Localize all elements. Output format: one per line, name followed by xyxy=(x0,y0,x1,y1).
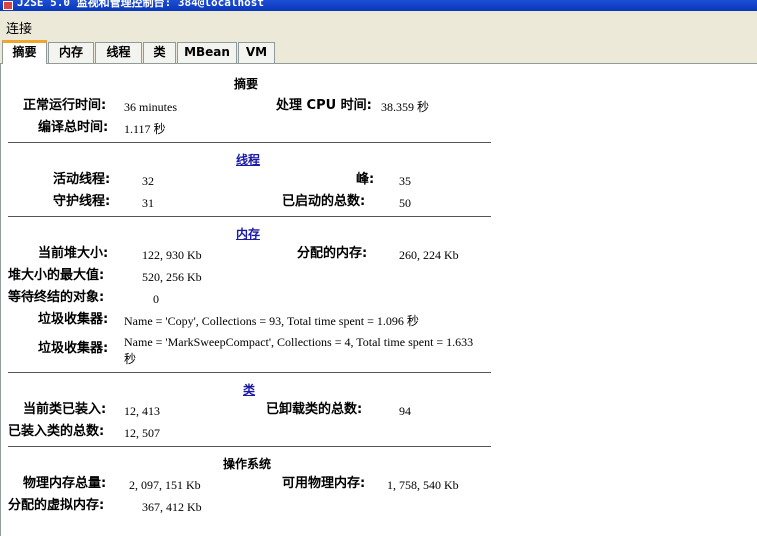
free-physical-memory-label: 可用物理内存: xyxy=(282,476,366,491)
free-physical-memory-value: 1, 758, 540 Kb xyxy=(387,478,459,492)
max-heap-label: 堆大小的最大值: xyxy=(8,268,105,283)
compile-time-value: 1.117 秒 xyxy=(124,122,166,136)
gc-marksweep-label: 垃圾收集器: xyxy=(38,341,109,356)
peak-threads-value: 35 xyxy=(399,174,411,188)
total-loaded-classes-label: 已装入类的总数: xyxy=(8,424,105,439)
physical-memory-value: 2, 097, 151 Kb xyxy=(129,478,201,492)
tab-threads[interactable]: 线程 xyxy=(95,42,142,63)
window-title: J2SE 5.0 监视和管理控制台: 384@localhost xyxy=(17,0,264,9)
window-titlebar[interactable]: J2SE 5.0 监视和管理控制台: 384@localhost xyxy=(0,0,757,11)
gc-marksweep-value-line2: 秒 xyxy=(124,352,137,366)
heap-size-value: 122, 930 Kb xyxy=(142,248,202,262)
live-threads-value: 32 xyxy=(142,174,154,188)
unloaded-classes-value: 94 xyxy=(399,404,411,418)
physical-memory-label: 物理内存总量: xyxy=(23,476,107,491)
cpu-time-value: 38.359 秒 xyxy=(381,100,430,114)
section-divider xyxy=(8,142,491,143)
section-divider xyxy=(8,372,491,373)
daemon-threads-value: 31 xyxy=(142,196,154,210)
tab-vm[interactable]: VM xyxy=(238,42,275,63)
peak-threads-label: 峰: xyxy=(356,172,375,187)
classes-link[interactable]: 类 xyxy=(243,383,255,397)
os-header: 操作系统 xyxy=(223,457,272,471)
pending-finalization-label: 等待终结的对象: xyxy=(8,290,105,305)
tab-memory[interactable]: 内存 xyxy=(48,42,94,63)
committed-memory-value: 260, 224 Kb xyxy=(399,248,459,262)
live-threads-label: 活动线程: xyxy=(53,172,111,187)
virtual-memory-label: 分配的虚拟内存: xyxy=(8,498,105,513)
started-threads-label: 已启动的总数: xyxy=(282,194,366,209)
virtual-memory-value: 367, 412 Kb xyxy=(142,500,202,514)
compile-time-label: 编译总时间: xyxy=(38,120,109,135)
summary-panel: 摘要 正常运行时间: 36 minutes 处理 CPU 时间: 38.359 … xyxy=(0,64,757,536)
tab-summary[interactable]: 摘要 xyxy=(2,40,47,64)
tab-classes[interactable]: 类 xyxy=(143,42,176,63)
threads-link[interactable]: 线程 xyxy=(236,153,260,167)
loaded-classes-label: 当前类已装入: xyxy=(23,402,107,417)
daemon-threads-label: 守护线程: xyxy=(53,194,111,209)
summary-header: 摘要 xyxy=(234,77,259,91)
loaded-classes-value: 12, 413 xyxy=(124,404,160,418)
menu-bar: 连接 xyxy=(0,11,757,39)
gc-copy-value: Name = 'Copy', Collections = 93, Total t… xyxy=(124,314,419,328)
committed-memory-label: 分配的内存: xyxy=(297,246,368,261)
tab-mbean[interactable]: MBean xyxy=(177,42,237,63)
menu-connection[interactable]: 连接 xyxy=(6,18,32,37)
section-divider xyxy=(8,216,491,217)
started-threads-value: 50 xyxy=(399,196,411,210)
tab-strip: 摘要 内存 线程 类 MBean VM xyxy=(0,39,757,64)
max-heap-value: 520, 256 Kb xyxy=(142,270,202,284)
uptime-value: 36 minutes xyxy=(124,100,177,114)
uptime-label: 正常运行时间: xyxy=(23,98,107,113)
java-app-icon xyxy=(3,1,13,10)
memory-link[interactable]: 内存 xyxy=(236,227,260,241)
section-divider xyxy=(8,446,491,447)
pending-finalization-value: 0 xyxy=(153,292,159,306)
cpu-time-label: 处理 CPU 时间: xyxy=(276,98,372,113)
heap-size-label: 当前堆大小: xyxy=(38,246,109,261)
total-loaded-classes-value: 12, 507 xyxy=(124,426,160,440)
gc-marksweep-value-line1: Name = 'MarkSweepCompact', Collections =… xyxy=(124,335,474,349)
gc-copy-label: 垃圾收集器: xyxy=(38,312,109,327)
unloaded-classes-label: 已卸载类的总数: xyxy=(266,402,363,417)
